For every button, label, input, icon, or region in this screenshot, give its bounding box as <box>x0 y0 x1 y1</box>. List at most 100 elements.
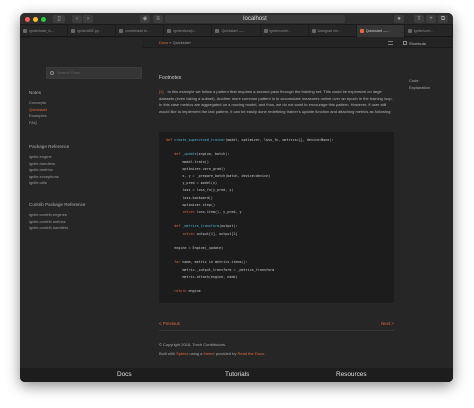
tabs-icon[interactable]: ⧉ <box>438 15 448 23</box>
close-window-button[interactable] <box>25 17 30 22</box>
favicon-icon <box>263 29 268 33</box>
sidebar-item[interactable]: ignite.contrib.engines <box>29 212 67 217</box>
tab-label: ignite/contri... <box>269 29 291 33</box>
footnote-text: In this example we follow a pattern that… <box>159 89 393 114</box>
reader-icon[interactable]: ≡ <box>153 15 163 23</box>
sidebar-icon[interactable]: ▯ <box>53 15 65 23</box>
code-token: def <box>166 152 183 157</box>
tab-8[interactable]: ignite/cont... <box>405 25 453 37</box>
nav-caption-contrib: Contrib Package Reference <box>29 202 86 207</box>
built-with-end: . <box>263 351 266 356</box>
breadcrumb-bar: Docs » Quickstart <box>142 38 401 48</box>
code-token: loss.item(), y_pred, y <box>196 210 242 214</box>
menu-icon[interactable] <box>388 41 393 45</box>
tab-4[interactable]: Quickstart —... <box>212 25 261 37</box>
new-tab-icon[interactable]: + <box>426 15 436 23</box>
toc-item-code[interactable]: Code <box>409 78 419 83</box>
code-token: def <box>166 224 183 229</box>
toc-item-explanation[interactable]: Explanation <box>409 85 430 90</box>
sidebar-item[interactable]: ignite.exceptions <box>29 174 59 179</box>
code-line: def create_supervised_trainer(model, opt… <box>166 138 333 142</box>
section-heading: Footnotes <box>159 75 182 81</box>
theme-link[interactable]: theme <box>203 351 214 356</box>
previous-page-button[interactable]: < Previous <box>159 321 180 326</box>
sphinx-link[interactable]: Sphinx <box>176 351 188 356</box>
footer-resources-link[interactable]: Resources <box>336 371 367 378</box>
tab-label: ignite/docs/p... <box>173 29 197 33</box>
code-token: y_pred = model(x) <box>166 181 218 186</box>
share-icon[interactable]: ⇧ <box>414 15 424 23</box>
tab-label: ignite/base_lo... <box>29 29 55 33</box>
forward-icon[interactable]: › <box>83 15 93 23</box>
footer-tutorials-link[interactable]: Tutorials <box>225 371 249 378</box>
code-line: optimizer.zero_grad() <box>166 167 225 171</box>
tab-7[interactable]: Quickstart —... <box>356 25 405 37</box>
tab-label: ignite/ABE.py... <box>77 29 102 33</box>
tab-3[interactable]: ignite/docs/p... <box>164 25 213 37</box>
sidebar-item[interactable]: ignite.handlers <box>29 161 55 166</box>
footer-docs-link[interactable]: Docs <box>117 371 132 378</box>
breadcrumb: Docs » Quickstart <box>159 40 191 45</box>
tab-2[interactable]: contrib/add to... <box>116 25 165 37</box>
code-token: loss.backward() <box>166 195 213 200</box>
account-icon[interactable]: ● <box>394 15 404 23</box>
site-footer: Docs Tutorials Resources <box>20 368 453 382</box>
code-token: name, metric in metrics.items(): <box>182 260 248 265</box>
sidebar-item[interactable]: FAQ <box>29 120 37 125</box>
code-line: def _update(engine, batch): <box>166 152 229 156</box>
built-with-text: Built with Sphinx using a theme provided… <box>159 351 265 356</box>
sidebar-item[interactable]: Concepts <box>29 100 46 105</box>
favicon-icon <box>215 29 220 33</box>
code-line: loss.backward() <box>166 196 213 200</box>
code-token: (output): <box>219 224 238 229</box>
tab-label: contrib/add to... <box>125 29 150 33</box>
search-icon <box>50 71 54 75</box>
nav-caption-package: Package Reference <box>29 144 70 149</box>
code-line: return output[1], output[2] <box>166 232 237 236</box>
tab-label: Quickstart —... <box>221 29 246 33</box>
sidebar-item[interactable]: Quickstart <box>29 107 47 112</box>
minimize-window-button[interactable] <box>33 17 38 22</box>
favicon-icon <box>359 29 364 33</box>
shortcuts-label: Shortcuts <box>409 41 426 46</box>
code-line: metric.attach(engine, name) <box>166 275 237 279</box>
tab-1[interactable]: ignite/ABE.py... <box>68 25 117 37</box>
breadcrumb-docs-link[interactable]: Docs <box>159 40 168 45</box>
next-page-button[interactable]: Next > <box>381 321 394 326</box>
shield-icon[interactable]: ◈ <box>140 15 150 23</box>
code-token: create_supervised_trainer <box>174 138 226 142</box>
tab-0[interactable]: ignite/base_lo... <box>20 25 69 37</box>
code-token: engine = Engine(_update) <box>166 246 224 250</box>
code-token: output[1], output[2] <box>196 231 238 236</box>
search-input[interactable]: Search Docs <box>46 67 142 79</box>
code-token: _update <box>182 152 197 157</box>
tab-5[interactable]: ignite/contri... <box>261 25 309 37</box>
tab-6[interactable]: Autograd me... <box>309 25 357 37</box>
breadcrumb-current: Quickstart <box>172 40 191 45</box>
read-the-docs-link[interactable]: Read the Docs <box>238 351 264 356</box>
code-line: def _metrics_transform(output): <box>166 224 237 228</box>
code-token: loss = loss_fn(y_pred, y) <box>166 188 234 193</box>
code-line: x, y = _prepare_batch(batch, device=devi… <box>166 174 270 178</box>
favicon-icon <box>71 29 76 33</box>
built-with-suffix: provided by <box>214 351 238 356</box>
built-with-mid: using a <box>188 351 204 356</box>
favicon-icon <box>119 29 124 33</box>
code-line: for name, metric in metrics.items(): <box>166 260 248 264</box>
shortcuts-header: Shortcuts <box>401 38 453 48</box>
back-icon[interactable]: ‹ <box>72 15 82 23</box>
sidebar-item[interactable]: ignite.metrics <box>29 167 53 172</box>
sidebar-item[interactable]: ignite.engine <box>29 154 52 159</box>
browser-window: ▯ ‹ › ◈ ≡ localhost ● ⇧ + ⧉ ignite/base_… <box>20 13 453 382</box>
sidebar-item[interactable]: ignite.utils <box>29 180 47 185</box>
favicon-icon <box>23 29 27 33</box>
code-token: (model, optimizer, loss_fn, metrics={}, … <box>225 138 334 142</box>
zoom-window-button[interactable] <box>41 17 46 22</box>
right-sidebar: Shortcuts Code Explanation <box>401 38 453 382</box>
sidebar-item[interactable]: ignite.contrib.metrics <box>29 219 66 224</box>
favicon-icon <box>311 29 316 33</box>
footnote-ref-link[interactable]: [1] <box>159 89 163 94</box>
sidebar-item[interactable]: ignite.contrib.handlers <box>29 225 68 230</box>
sidebar-item[interactable]: Examples <box>29 113 47 118</box>
address-bar[interactable]: localhost <box>165 15 345 23</box>
